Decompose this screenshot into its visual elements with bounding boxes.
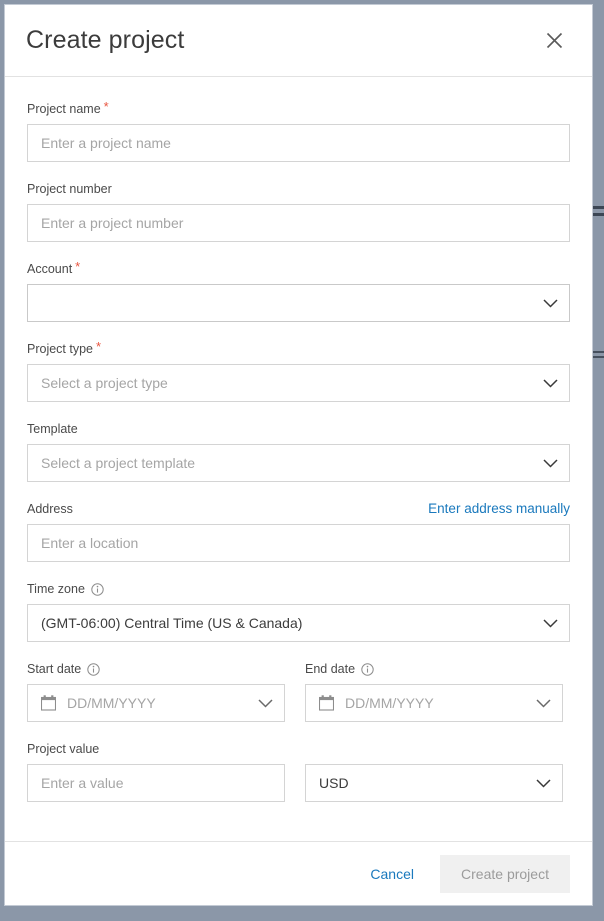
project-type-placeholder: Select a project type (41, 375, 168, 391)
project-value-placeholder: Enter a value (41, 775, 124, 791)
background-page-artifact (593, 213, 604, 216)
label-row: Address Enter address manually (27, 501, 570, 517)
field-address: Address Enter address manually Enter a l… (27, 501, 570, 562)
start-date-placeholder: DD/MM/YYYY (67, 695, 156, 711)
label-row: Project number (27, 181, 570, 197)
template-placeholder: Select a project template (41, 455, 196, 471)
field-end-date: End date DD/MM/YYYY (305, 661, 563, 722)
page-title: Create project (26, 26, 185, 54)
time-zone-label: Time zone (27, 582, 85, 596)
chevron-down-icon (536, 778, 551, 788)
label-row: Account * (27, 259, 570, 277)
chevron-down-icon (543, 618, 558, 628)
start-date-label: Start date (27, 662, 82, 676)
end-date-placeholder: DD/MM/YYYY (345, 695, 434, 711)
project-number-label: Project number (27, 182, 112, 196)
calendar-icon (41, 695, 56, 711)
cancel-button[interactable]: Cancel (366, 860, 418, 888)
chevron-down-icon (543, 458, 558, 468)
label-row: Template (27, 421, 570, 437)
field-project-type: Project type * Select a project type (27, 339, 570, 402)
end-date-label: End date (305, 662, 356, 676)
enter-address-manually-link[interactable]: Enter address manually (428, 501, 570, 517)
address-input[interactable]: Enter a location (27, 524, 570, 562)
currency-value: USD (319, 775, 349, 791)
project-name-label: Project name (27, 102, 101, 116)
currency-col: USD (305, 764, 563, 802)
create-project-button[interactable]: Create project (440, 854, 570, 893)
chevron-down-icon (536, 698, 551, 708)
project-value-label: Project value (27, 742, 100, 756)
background-page-artifact (593, 206, 604, 209)
dialog-footer: Cancel Create project (5, 841, 592, 905)
address-label: Address (27, 502, 73, 516)
label-row: Start date (27, 661, 285, 677)
account-label: Account (27, 262, 73, 276)
label-row: Project value (27, 741, 570, 757)
field-project-number: Project number Enter a project number (27, 181, 570, 242)
time-zone-value: (GMT-06:00) Central Time (US & Canada) (41, 615, 303, 631)
project-value-row: Enter a value USD (27, 764, 570, 802)
currency-select[interactable]: USD (305, 764, 563, 802)
label-row: End date (305, 661, 563, 677)
address-placeholder: Enter a location (41, 535, 139, 551)
field-project-value: Project value Enter a value USD (27, 741, 570, 802)
label-row: Project name * (27, 99, 570, 117)
start-date-input[interactable]: DD/MM/YYYY (27, 684, 285, 722)
field-time-zone: Time zone (GMT-06:00) Central Time (US &… (27, 581, 570, 642)
info-icon[interactable] (361, 662, 374, 676)
field-template: Template Select a project template (27, 421, 570, 482)
required-marker: * (96, 339, 102, 354)
project-name-placeholder: Enter a project name (41, 135, 171, 151)
field-start-date: Start date DD/MM/YYYY (27, 661, 285, 722)
background-page-artifact (593, 351, 604, 353)
chevron-down-icon (258, 698, 273, 708)
label-row: Time zone (27, 581, 570, 597)
chevron-down-icon (543, 298, 558, 308)
field-project-name: Project name * Enter a project name (27, 99, 570, 162)
project-number-input[interactable]: Enter a project number (27, 204, 570, 242)
dialog-header: Create project (5, 5, 592, 77)
template-select[interactable]: Select a project template (27, 444, 570, 482)
dialog-body: Project name * Enter a project name Proj… (5, 77, 592, 841)
close-icon[interactable] (536, 23, 572, 59)
project-value-input[interactable]: Enter a value (27, 764, 285, 802)
project-number-placeholder: Enter a project number (41, 215, 184, 231)
project-type-label: Project type (27, 342, 94, 356)
field-account: Account * (27, 259, 570, 322)
field-date-range: Start date DD/MM/YYYY End date DD/MM/YYY… (27, 661, 570, 722)
project-type-select[interactable]: Select a project type (27, 364, 570, 402)
project-name-input[interactable]: Enter a project name (27, 124, 570, 162)
required-marker: * (103, 99, 109, 114)
background-page-artifact (593, 356, 604, 358)
template-label: Template (27, 422, 78, 436)
info-icon[interactable] (87, 662, 100, 676)
time-zone-select[interactable]: (GMT-06:00) Central Time (US & Canada) (27, 604, 570, 642)
account-select[interactable] (27, 284, 570, 322)
label-row: Project type * (27, 339, 570, 357)
info-icon[interactable] (91, 582, 104, 596)
chevron-down-icon (543, 378, 558, 388)
calendar-icon (319, 695, 334, 711)
end-date-input[interactable]: DD/MM/YYYY (305, 684, 563, 722)
project-value-col: Enter a value (27, 764, 285, 802)
required-marker: * (75, 259, 81, 274)
create-project-dialog: Create project Project name * Enter a pr… (4, 4, 593, 906)
